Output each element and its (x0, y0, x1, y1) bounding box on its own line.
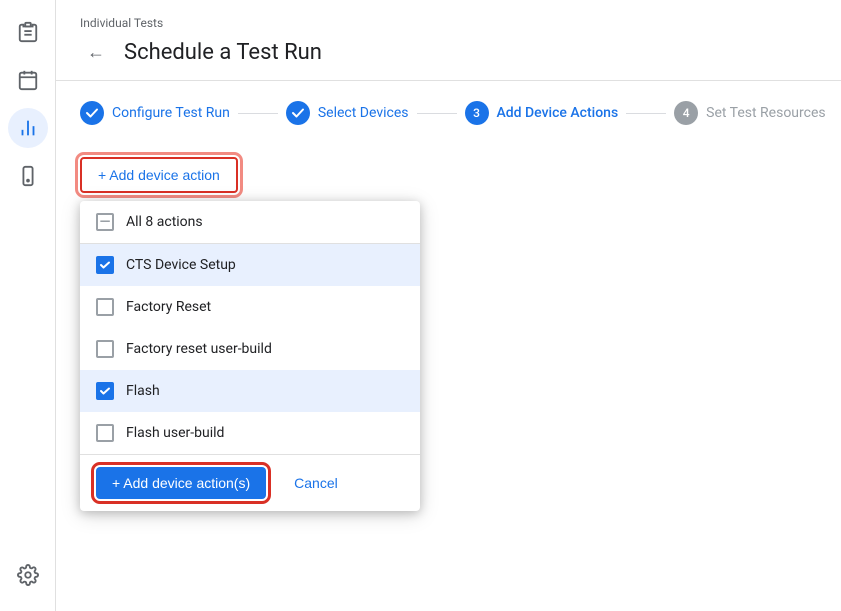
checkbox-factory-reset-user[interactable] (96, 340, 114, 358)
item-label-factory-reset: Factory Reset (126, 299, 211, 315)
step-configure: Configure Test Run (80, 101, 230, 125)
step-add-actions: 3 Add Device Actions (465, 101, 619, 125)
dropdown-footer: + Add device action(s) Cancel (80, 454, 420, 511)
header: Individual Tests ← Schedule a Test Run (56, 0, 841, 81)
list-item-factory-reset[interactable]: Factory Reset (80, 286, 420, 328)
step-4-circle: 4 (674, 101, 698, 125)
item-label-flash-user: Flash user-build (126, 425, 224, 441)
page-title: Schedule a Test Run (124, 40, 322, 65)
connector-1 (238, 113, 278, 114)
stepper: Configure Test Run Select Devices 3 Add … (56, 81, 841, 141)
sidebar-icon-phone[interactable] (8, 156, 48, 196)
list-item-factory-reset-user[interactable]: Factory reset user-build (80, 328, 420, 370)
back-button[interactable]: ← (80, 36, 112, 68)
main-content: Individual Tests ← Schedule a Test Run C… (56, 0, 841, 611)
sidebar-icon-settings[interactable] (8, 555, 48, 595)
checkbox-cts[interactable] (96, 256, 114, 274)
checkbox-factory-reset[interactable] (96, 298, 114, 316)
step-1-label: Configure Test Run (112, 105, 230, 121)
list-item-all[interactable]: — All 8 actions (80, 201, 420, 243)
step-set-resources: 4 Set Test Resources (674, 101, 825, 125)
minus-icon: — (100, 214, 111, 230)
checkbox-all[interactable]: — (96, 213, 114, 231)
list-item-flash[interactable]: Flash (80, 370, 420, 412)
connector-2 (417, 113, 457, 114)
content-area: + Add device action — All 8 actions CT (56, 141, 841, 611)
step-3-label: Add Device Actions (497, 105, 619, 121)
list-item-flash-user[interactable]: Flash user-build (80, 412, 420, 454)
sidebar (0, 0, 56, 611)
action-dropdown: — All 8 actions CTS Device Setup Factory… (80, 201, 420, 511)
add-action-button[interactable]: + Add device action (80, 157, 238, 193)
list-item-cts[interactable]: CTS Device Setup (80, 244, 420, 286)
step-2-label: Select Devices (318, 105, 409, 121)
item-label-factory-reset-user: Factory reset user-build (126, 341, 272, 357)
sidebar-icon-chart[interactable] (8, 108, 48, 148)
sidebar-icon-clipboard[interactable] (8, 12, 48, 52)
sidebar-icon-calendar[interactable] (8, 60, 48, 100)
checkbox-flash[interactable] (96, 382, 114, 400)
item-label-all: All 8 actions (126, 214, 203, 230)
item-label-cts: CTS Device Setup (126, 257, 236, 273)
step-1-circle (80, 101, 104, 125)
step-4-label: Set Test Resources (706, 105, 825, 121)
step-3-circle: 3 (465, 101, 489, 125)
step-2-circle (286, 101, 310, 125)
add-device-actions-button[interactable]: + Add device action(s) (96, 467, 266, 499)
cancel-button[interactable]: Cancel (278, 467, 354, 499)
checkbox-flash-user[interactable] (96, 424, 114, 442)
item-label-flash: Flash (126, 383, 160, 399)
step-select-devices: Select Devices (286, 101, 409, 125)
breadcrumb: Individual Tests (80, 16, 817, 30)
dropdown-list: — All 8 actions CTS Device Setup Factory… (80, 201, 420, 454)
connector-3 (626, 113, 666, 114)
